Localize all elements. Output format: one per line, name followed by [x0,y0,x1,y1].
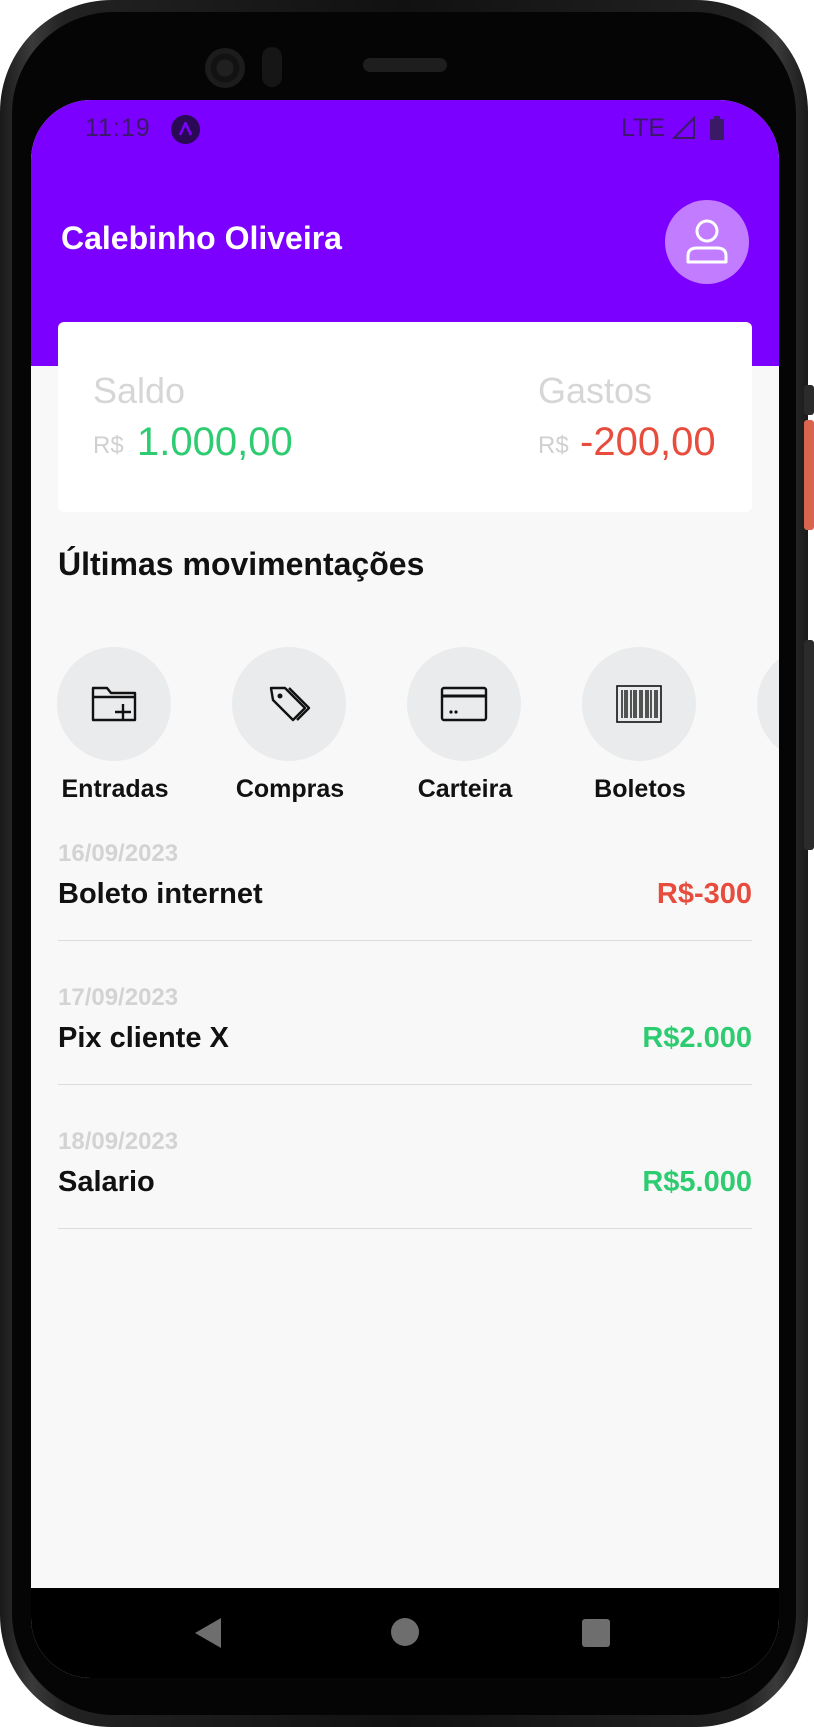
saldo-label: Saldo [93,370,186,411]
camera-sensor [262,47,282,87]
transaction-description: Salario [58,1166,155,1198]
action-label: Carteira [417,775,513,803]
gastos-label: Gastos [538,370,653,411]
action-icon-circle[interactable] [57,647,171,761]
power-button [804,420,814,530]
balance-card: Saldo R$ 1.000,00 Gastos R$ -200,00 [58,322,752,512]
action-partial[interactable] [745,647,779,817]
system-nav-bar [31,1588,779,1678]
volume-button [804,640,814,850]
transaction-amount: R$-300 [656,878,752,910]
status-bar: 11:19 LTE [31,100,779,160]
transaction-row[interactable]: 17/09/2023 Pix cliente X R$2.000 [58,984,752,1085]
action-label: Entradas [61,775,169,803]
transaction-description: Pix cliente X [58,1022,229,1054]
action-icon-circle[interactable] [232,647,346,761]
transaction-date: 18/09/2023 [58,1128,179,1155]
status-time: 11:19 [85,114,151,142]
back-icon[interactable] [195,1618,221,1648]
folder-add-icon [91,686,137,722]
app-screen: 11:19 LTE Calebinho Oliveira Saldo R$ 1.… [31,100,779,1678]
battery-icon [710,116,724,140]
action-boletos[interactable]: Boletos [570,647,710,817]
transaction-row[interactable]: 18/09/2023 Salario R$5.000 [58,1128,752,1229]
side-button [804,385,814,415]
gastos-currency: R$ [538,432,569,459]
transaction-date: 16/09/2023 [58,840,179,867]
action-carteira[interactable]: Carteira [395,647,535,817]
recent-apps-icon[interactable] [582,1619,610,1647]
transaction-date: 17/09/2023 [58,984,179,1011]
action-label: Compras [235,775,345,803]
network-label: LTE [621,114,665,142]
signal-icon [671,115,696,140]
user-name: Calebinho Oliveira [61,220,342,256]
action-entradas[interactable]: Entradas [45,647,185,817]
transaction-amount: R$2.000 [642,1022,752,1054]
transaction-row[interactable]: 16/09/2023 Boleto internet R$-300 [58,840,752,941]
app-notification-icon [171,115,200,144]
front-camera [205,48,245,88]
transaction-amount: R$5.000 [642,1166,752,1198]
action-icon-circle[interactable] [407,647,521,761]
home-icon[interactable] [391,1618,419,1646]
gastos-value: -200,00 [580,420,716,464]
earpiece-speaker [363,58,447,72]
saldo-value: 1.000,00 [137,420,293,464]
action-label: Boletos [594,775,686,803]
action-compras[interactable]: Compras [220,647,360,817]
tags-icon [269,686,311,722]
avatar[interactable] [665,200,749,284]
section-title: Últimas movimentações [58,546,425,582]
action-icon-circle[interactable] [757,647,779,761]
credit-card-icon [440,686,488,722]
transaction-description: Boleto internet [58,878,263,910]
user-icon [686,219,728,264]
saldo-currency: R$ [93,432,124,459]
action-carousel[interactable]: Entradas Compras Carteira Boletos [31,647,779,817]
barcode-icon [616,685,662,723]
action-icon-circle[interactable] [582,647,696,761]
